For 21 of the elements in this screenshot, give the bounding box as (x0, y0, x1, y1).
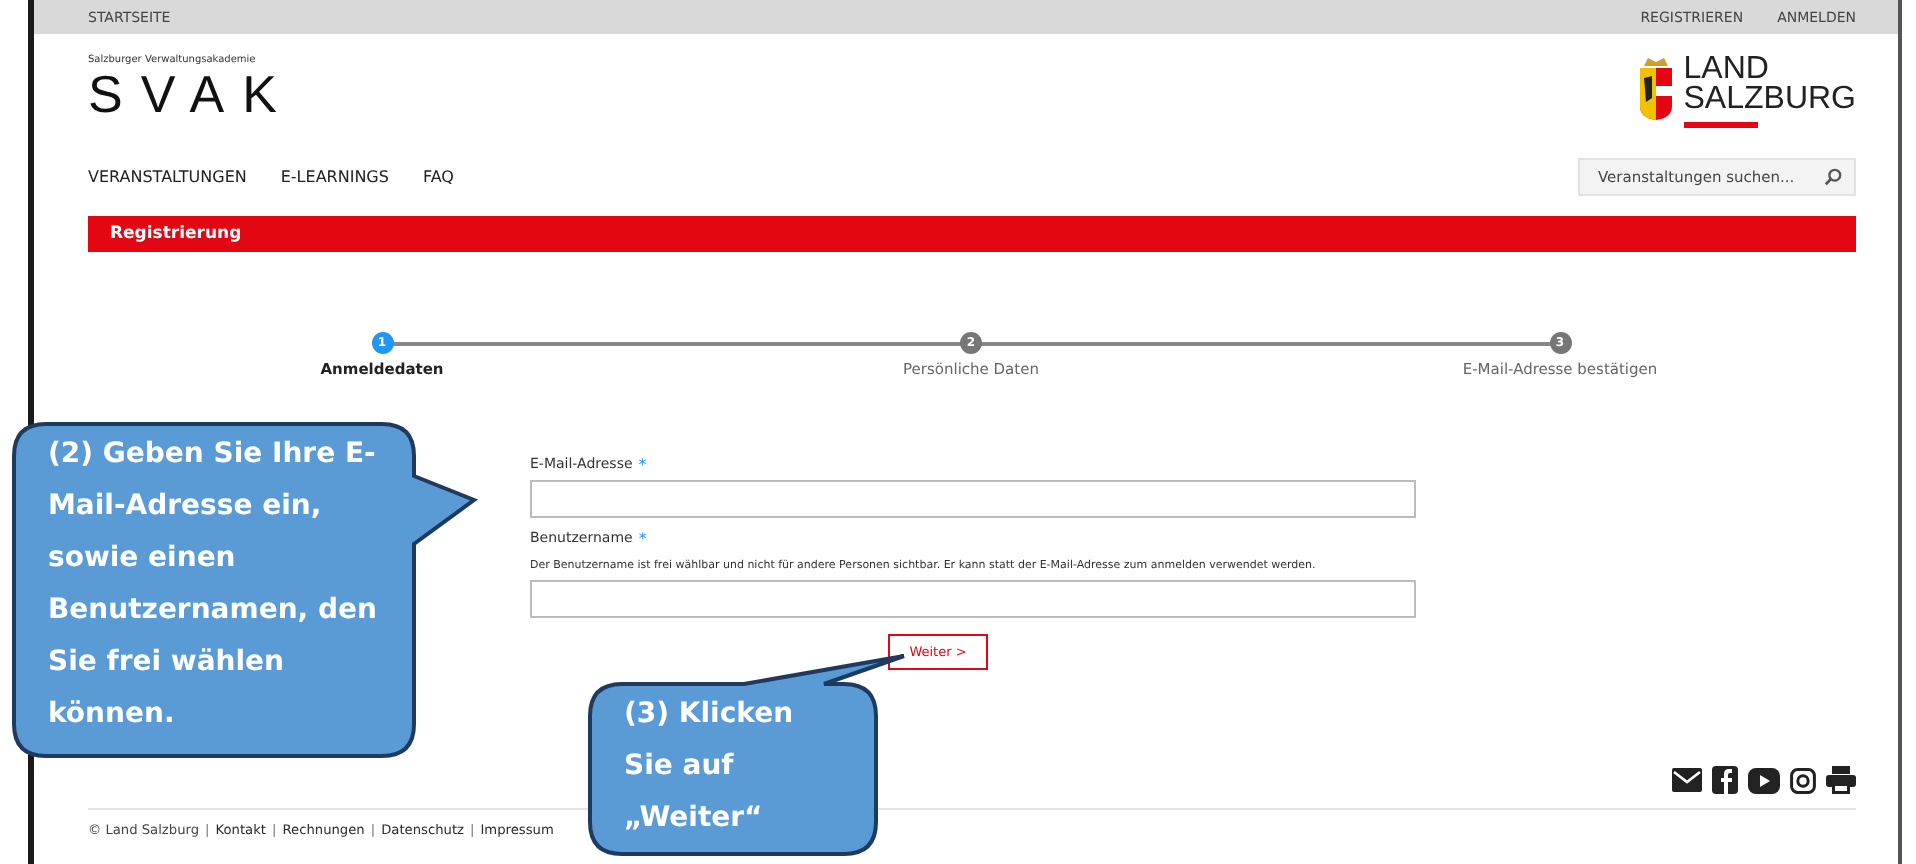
facebook-icon[interactable] (1712, 766, 1738, 794)
section-title: Registrierung (110, 224, 242, 244)
logo-text: LAND (1683, 54, 1769, 84)
logo-text: SALZBURG (1683, 84, 1856, 114)
mail-icon[interactable] (1672, 768, 1702, 792)
callout: (2) Geben Sie Ihre E-Mail-Adresse ein, sowie einen Benutzernamen, den Sie frei wählen können. (12, 422, 476, 758)
camera-icon[interactable] (1790, 767, 1816, 793)
callout: (3) Klicken Sie auf „Weiter“ (588, 654, 906, 856)
nav-link[interactable]: FAQ (422, 167, 454, 185)
nav-link[interactable]: E-LEARNINGS (280, 167, 389, 185)
input-field[interactable] (530, 480, 1416, 518)
required-mark: * (638, 530, 647, 548)
coat-of-arms-icon (1639, 58, 1672, 120)
video-icon[interactable] (1748, 767, 1780, 793)
search-icon[interactable] (1824, 167, 1842, 185)
nav-link[interactable]: VERANSTALTUNGEN (88, 167, 247, 185)
logo-wordmark[interactable]: SVAK (88, 66, 295, 122)
input-field[interactable] (530, 580, 1416, 618)
logo-underline (1683, 122, 1758, 128)
print-icon[interactable] (1826, 766, 1856, 794)
required-mark: * (638, 456, 647, 474)
